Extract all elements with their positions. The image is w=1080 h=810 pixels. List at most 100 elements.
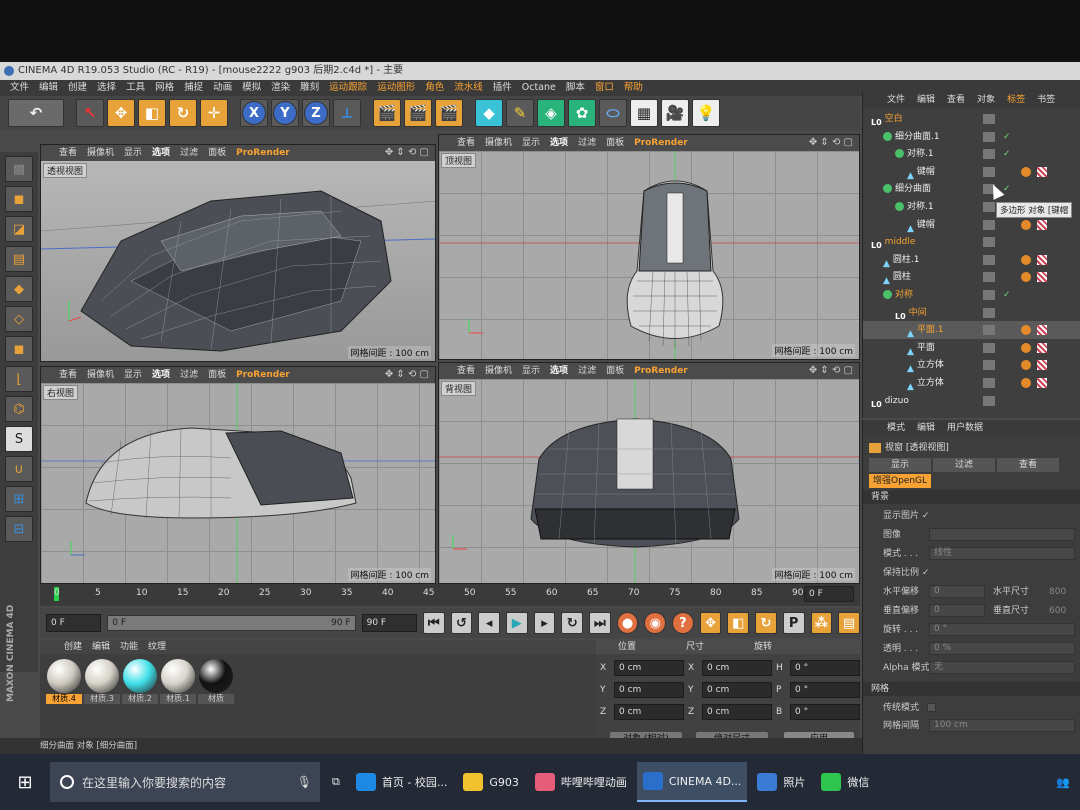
workplane-lock-button[interactable]: ⊞ — [5, 486, 33, 512]
rotate-tool-button[interactable]: ↻ — [169, 99, 197, 127]
viewport-menu-item[interactable]: ProRender — [236, 367, 290, 383]
task-view-icon[interactable]: ⧉ — [326, 762, 346, 802]
material-swatch[interactable]: 材质.1 — [160, 658, 196, 704]
object-row[interactable]: ▲ 立方体 — [863, 374, 1080, 392]
object-row[interactable]: 细分曲面 ✓ — [863, 180, 1080, 198]
timeline-ruler[interactable]: 0 F 0 5 10 15 20 25 30 35 40 45 50 55 60 65 70 75 80 85 90 — [40, 584, 860, 606]
attr-row-grid-spacing[interactable]: 网格间隔 100 cm — [863, 718, 1080, 734]
material-swatch[interactable]: 材质.3 — [84, 658, 120, 704]
menu-item[interactable]: 运动跟踪 — [329, 80, 367, 96]
viewport-menu-item[interactable]: 查看 — [59, 367, 77, 383]
undo-button[interactable]: ↶ — [8, 99, 64, 127]
visibility-toggle[interactable] — [983, 378, 995, 388]
menu-item[interactable]: 帮助 — [624, 80, 643, 96]
subdivision-button[interactable]: ◈ — [537, 99, 565, 127]
key-pla-button[interactable]: ⁂ — [810, 612, 833, 634]
object-manager-tab[interactable]: 对象 — [977, 92, 995, 108]
viewport-menu-item[interactable]: 选项 — [152, 145, 170, 161]
texture-tag-icon[interactable] — [1037, 360, 1047, 371]
go-to-start-button[interactable]: ⏮ — [422, 612, 445, 634]
viewport-menu-item[interactable]: 选项 — [550, 135, 568, 151]
phong-tag-icon[interactable] — [1021, 342, 1031, 353]
tweak-mode-button[interactable]: ⌬ — [5, 396, 33, 422]
attribute-row[interactable]: 保持比例 ✓ — [863, 565, 1080, 581]
record-button[interactable]: ● — [616, 612, 639, 634]
make-editable-button[interactable]: ▩ — [5, 156, 33, 182]
model-mode-button[interactable]: ◼ — [5, 186, 33, 212]
visibility-toggle[interactable] — [983, 149, 995, 160]
object-row[interactable]: 对称.1 ✓ — [863, 145, 1080, 163]
taskbar-app-button[interactable]: 照片 — [751, 762, 811, 802]
phong-tag-icon[interactable] — [1021, 254, 1031, 265]
viewport-nav-icons[interactable]: ✥ ⇕ ⟲ ▢ — [809, 363, 853, 379]
object-manager-tab[interactable]: 编辑 — [917, 92, 935, 108]
enabled-check-icon[interactable]: ✓ — [1003, 180, 1011, 198]
object-row[interactable]: L0 空白 — [863, 110, 1080, 128]
menu-item[interactable]: 模拟 — [242, 80, 261, 96]
move-tool-button[interactable]: ✥ — [107, 99, 135, 127]
prev-key-button[interactable]: ↺ — [450, 612, 473, 634]
menu-item[interactable]: 渲染 — [271, 80, 290, 96]
viewport-canvas[interactable]: 顶视图 网格间距 : 100 cm — [439, 151, 859, 359]
object-manager-tab[interactable]: 书签 — [1037, 92, 1055, 108]
texture-tag-icon[interactable] — [1037, 219, 1047, 230]
magnet-button[interactable]: ∪ — [5, 456, 33, 482]
menu-item[interactable]: 脚本 — [566, 80, 585, 96]
legacy-checkbox[interactable] — [927, 703, 936, 712]
attribute-row[interactable]: 旋转 . . . 0 ° — [863, 622, 1080, 638]
attr-value-right[interactable]: 600 — [1049, 603, 1066, 619]
viewport-perspective[interactable]: 查看 摄像机 显示 选项 过滤 面板 ProRender ✥ ⇕ ⟲ ▢ 透视视图 网格间距 … — [40, 144, 436, 362]
object-row[interactable]: ▲ 立方体 — [863, 356, 1080, 374]
phong-tag-icon[interactable] — [1021, 360, 1031, 371]
taskbar-app-button[interactable]: 微信 — [815, 762, 875, 802]
camera-button[interactable]: 🎥 — [661, 99, 689, 127]
visibility-toggle[interactable] — [983, 254, 995, 265]
render-view-button[interactable]: 🎬 — [373, 99, 401, 127]
attr-value[interactable]: 0 — [929, 604, 985, 617]
object-manager-tab[interactable]: 文件 — [887, 92, 905, 108]
viewport-menu-item[interactable]: 过滤 — [578, 363, 596, 379]
object-row[interactable]: L0 中间 — [863, 304, 1080, 322]
attribute-row[interactable]: Alpha 模式无 — [863, 660, 1080, 676]
subtab-enhanced-opengl[interactable]: 增强OpenGL — [869, 474, 931, 488]
key-parameter-button[interactable]: P — [782, 612, 805, 634]
attribute-row[interactable]: 水平偏移 0 水平尺寸 800 — [863, 584, 1080, 600]
menu-item[interactable]: 插件 — [493, 80, 512, 96]
menu-item[interactable]: 雕刻 — [300, 80, 319, 96]
subtab-display[interactable]: 显示 — [869, 458, 931, 472]
coordinate-system-button[interactable]: ⟂ — [333, 99, 361, 127]
viewport-menu-item[interactable]: 选项 — [152, 367, 170, 383]
phong-tag-icon[interactable] — [1021, 219, 1031, 230]
object-row[interactable]: ▲ 键帽 — [863, 163, 1080, 181]
material-swatch[interactable]: 材质.4 — [46, 658, 82, 704]
attr-value[interactable] — [929, 528, 1075, 541]
phong-tag-icon[interactable] — [1021, 272, 1031, 283]
planar-workplane-button[interactable]: ⊟ — [5, 516, 33, 542]
viewport-menu-item[interactable]: ProRender — [634, 135, 688, 151]
menu-item[interactable]: 编辑 — [39, 80, 58, 96]
position-field[interactable]: 0 cm — [614, 660, 684, 676]
size-field[interactable]: 0 cm — [702, 682, 772, 698]
viewport-menu-item[interactable]: 摄像机 — [87, 145, 114, 161]
workplane-mode-button[interactable]: ▤ — [5, 246, 33, 272]
visibility-toggle[interactable] — [983, 166, 995, 177]
viewport-menu-item[interactable]: ProRender — [634, 363, 688, 379]
attribute-row[interactable]: 垂直偏移 0 垂直尺寸 600 — [863, 603, 1080, 619]
enabled-check-icon[interactable]: ✓ — [1003, 128, 1011, 146]
cloner-button[interactable]: ✿ — [568, 99, 596, 127]
subtab-view[interactable]: 查看 — [997, 458, 1059, 472]
z-axis-lock-button[interactable]: Z — [302, 99, 330, 127]
menu-item[interactable]: Octane — [522, 80, 556, 96]
attr-value[interactable]: 0 % — [929, 642, 1075, 655]
material-menu-item[interactable]: 功能 — [120, 640, 138, 654]
attribute-row[interactable]: 模式 . . . 线性 — [863, 546, 1080, 562]
attribute-row[interactable]: 显示图片 ✓ — [863, 508, 1080, 524]
object-row[interactable]: ▲ 圆柱.1 — [863, 251, 1080, 269]
key-position-button[interactable]: ✥ — [699, 612, 722, 634]
timeline-window-button[interactable]: ▤ — [838, 612, 860, 634]
viewport-menu-item[interactable]: 过滤 — [578, 135, 596, 151]
key-scale-button[interactable]: ◧ — [727, 612, 750, 634]
phong-tag-icon[interactable] — [1021, 325, 1031, 336]
object-row[interactable]: ▲ 圆柱 — [863, 268, 1080, 286]
scale-tool-button[interactable]: ◧ — [138, 99, 166, 127]
